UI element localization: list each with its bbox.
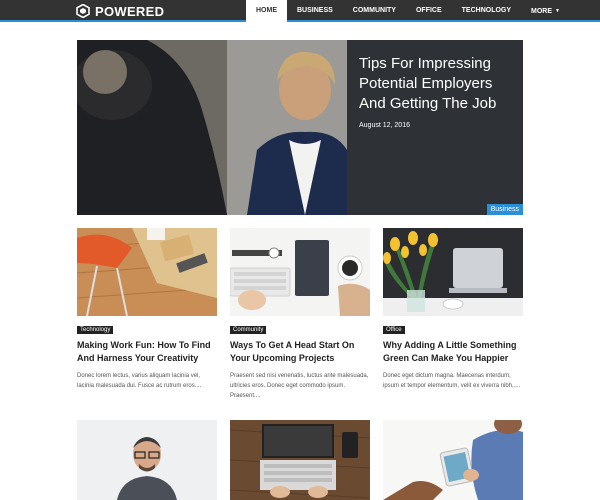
article-title[interactable]: Ways To Get A Head Start On Your Upcomin…: [230, 339, 370, 365]
article-card[interactable]: Office Why Adding A Little Something Gre…: [383, 228, 523, 391]
featured-photo: [77, 40, 347, 215]
category-badge[interactable]: Community: [230, 326, 267, 334]
article-title[interactable]: Why Adding A Little Something Green Can …: [383, 339, 523, 365]
menu-item-business[interactable]: BUSINESS: [287, 0, 343, 22]
article-image-laptop-desk[interactable]: [230, 420, 370, 500]
article-title[interactable]: Making Work Fun: How To Find And Harness…: [77, 339, 217, 365]
featured-text-panel: Tips For Impressing Potential Employers …: [347, 40, 523, 215]
menu-item-community[interactable]: COMMUNITY: [343, 0, 406, 22]
article-image-desk-chair: [77, 228, 217, 316]
caret-down-icon: ▼: [555, 8, 560, 14]
featured-article[interactable]: Tips For Impressing Potential Employers …: [77, 40, 523, 215]
featured-title[interactable]: Tips For Impressing Potential Employers …: [359, 54, 511, 114]
menu-item-label: MORE: [531, 7, 553, 15]
menu-item-technology[interactable]: TECHNOLOGY: [452, 0, 521, 22]
menu-item-label: BUSINESS: [297, 7, 333, 14]
menu-item-home[interactable]: HOME: [246, 0, 287, 22]
article-image-tablet[interactable]: [383, 420, 523, 500]
article-card[interactable]: Community Ways To Get A Head Start On Yo…: [230, 228, 370, 401]
menu-item-office[interactable]: OFFICE: [406, 0, 452, 22]
site-logo[interactable]: POWERED: [76, 3, 164, 19]
featured-date: August 12, 2016: [359, 122, 410, 129]
article-card[interactable]: Technology Making Work Fun: How To Find …: [77, 228, 217, 391]
article-excerpt: Donec lorem lectus, varius aliquam lacin…: [77, 373, 202, 389]
main-menu: HOME BUSINESS COMMUNITY OFFICE TECHNOLOG…: [246, 0, 570, 22]
top-nav: POWERED HOME BUSINESS COMMUNITY OFFICE T…: [0, 0, 600, 22]
menu-item-label: HOME: [256, 7, 277, 14]
article-excerpt: Donec eget dictum magna. Maecenas interd…: [383, 373, 521, 389]
category-badge[interactable]: Technology: [77, 326, 114, 334]
article-image-flowers: [383, 228, 523, 316]
hexagon-logo-icon: [76, 4, 90, 18]
menu-item-label: OFFICE: [415, 7, 442, 14]
article-image-man-glasses[interactable]: [77, 420, 217, 500]
article-excerpt: Praesent sed nisi venenatis, luctus ante…: [230, 373, 369, 399]
menu-item-more[interactable]: MORE ▼: [521, 0, 570, 22]
category-badge[interactable]: Office: [383, 326, 405, 334]
article-image-workspace: [230, 228, 370, 316]
menu-item-label: TECHNOLOGY: [461, 7, 512, 14]
brand-name: POWERED: [95, 3, 165, 19]
category-badge[interactable]: Business: [486, 204, 523, 215]
menu-item-label: COMMUNITY: [352, 7, 396, 14]
